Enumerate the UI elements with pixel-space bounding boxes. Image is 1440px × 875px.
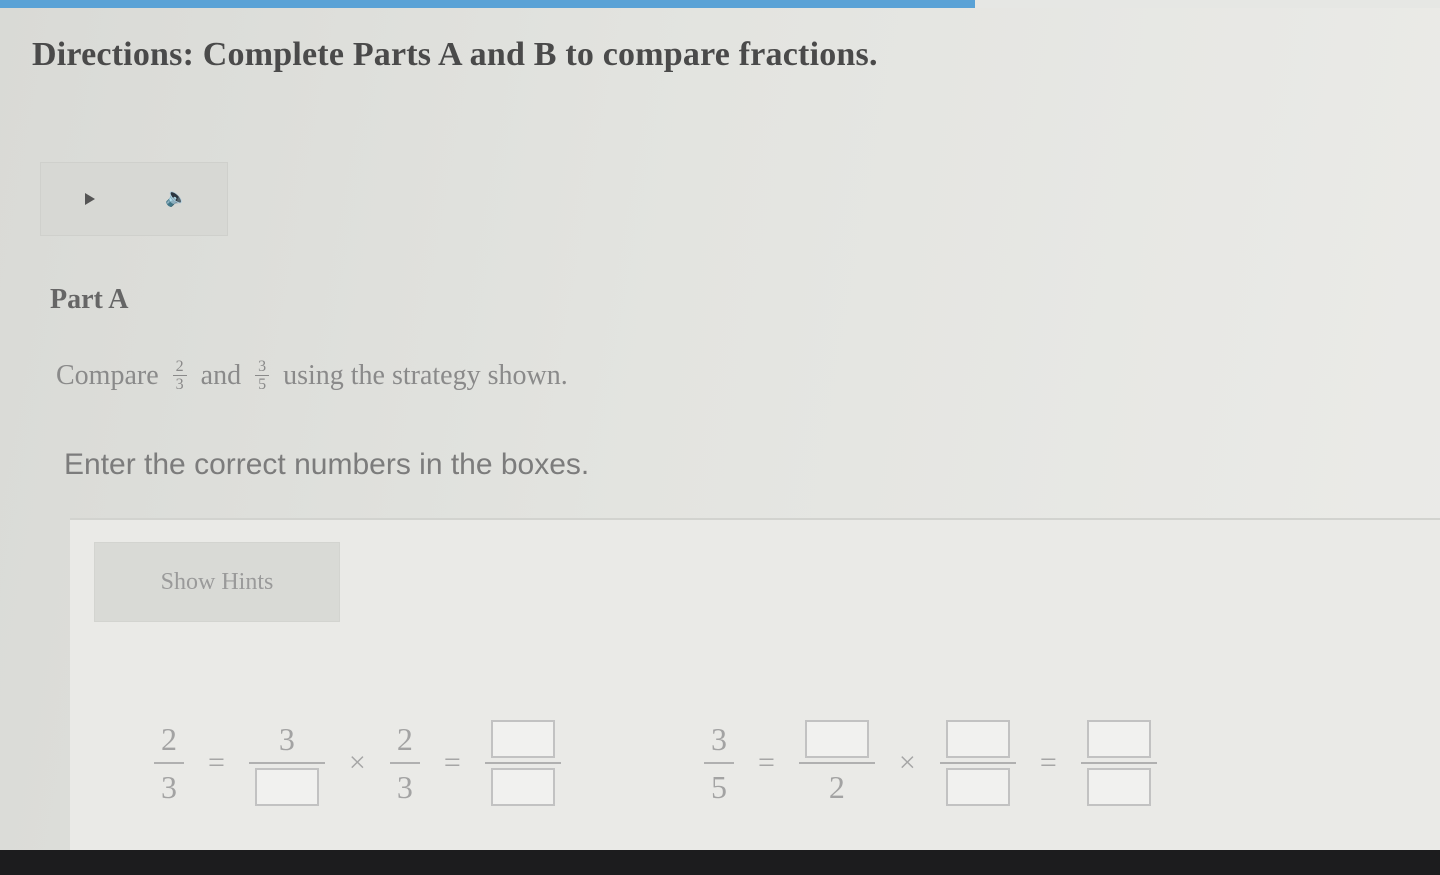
compare-word: Compare bbox=[56, 359, 159, 391]
eq1-lhs-denominator: 3 bbox=[161, 769, 177, 805]
answer-panel: Show Hints 2 3 = 3 × 2 3 = 3 5 = 2 × = bbox=[70, 518, 1440, 850]
strategy-text: using the strategy shown. bbox=[283, 359, 568, 391]
show-hints-button[interactable]: Show Hints bbox=[94, 542, 340, 622]
assessment-screen: Directions: Complete Parts A and B to co… bbox=[0, 0, 1440, 850]
eq2-lhs-denominator: 5 bbox=[711, 769, 727, 805]
progress-bar bbox=[0, 0, 1440, 8]
fraction-bar bbox=[1080, 762, 1157, 764]
speaker-icon[interactable]: 🔈 bbox=[165, 187, 187, 208]
progress-bar-fill bbox=[0, 0, 975, 8]
eq2-factor-numerator-input[interactable] bbox=[945, 720, 1010, 758]
fraction-bar bbox=[939, 762, 1016, 764]
prompt-fraction-1: 2 3 bbox=[172, 358, 187, 393]
times-sign: × bbox=[348, 746, 366, 779]
eq2-result-denominator-input[interactable] bbox=[1086, 768, 1151, 806]
eq1-multiplier-numerator: 3 bbox=[278, 721, 295, 757]
eq2-multiplier-denominator: 2 bbox=[828, 769, 845, 805]
eq2-lhs-fraction: 3 5 bbox=[704, 720, 734, 806]
fraction-bar bbox=[798, 762, 875, 764]
eq1-lhs-fraction: 2 3 bbox=[154, 720, 184, 806]
part-title: Part A bbox=[50, 284, 129, 315]
prompt-fraction-2: 3 5 bbox=[255, 358, 270, 393]
eq2-result-fraction bbox=[1080, 720, 1157, 806]
fraction-bar bbox=[248, 762, 325, 764]
fraction-bar bbox=[704, 762, 734, 764]
eq1-factor-numerator: 2 bbox=[396, 721, 413, 757]
eq2-multiplier-numerator-input[interactable] bbox=[804, 720, 869, 758]
eq2-lhs-numerator: 3 bbox=[711, 721, 727, 757]
equation-1: 2 3 = 3 × 2 3 = bbox=[140, 720, 575, 806]
fraction-bar bbox=[389, 762, 420, 764]
equals-sign: = bbox=[1039, 746, 1057, 779]
equals-sign: = bbox=[208, 746, 225, 779]
eq1-result-denominator-input[interactable] bbox=[490, 768, 555, 806]
fraction-bar bbox=[484, 762, 561, 764]
eq1-factor-fraction: 2 3 bbox=[389, 720, 420, 806]
eq1-multiplier-fraction: 3 bbox=[248, 720, 325, 806]
equals-sign: = bbox=[758, 746, 775, 779]
equation-2: 3 5 = 2 × = bbox=[690, 720, 1171, 806]
eq1-lhs-numerator: 2 bbox=[161, 721, 177, 757]
eq1-result-numerator-input[interactable] bbox=[490, 720, 555, 758]
prompt-fraction-2-numerator: 3 bbox=[258, 358, 267, 375]
instruction-text: Enter the correct numbers in the boxes. bbox=[64, 448, 590, 481]
eq1-factor-denominator: 3 bbox=[396, 769, 413, 805]
eq2-factor-denominator-input[interactable] bbox=[945, 768, 1010, 806]
prompt-fraction-1-denominator: 3 bbox=[175, 376, 184, 393]
play-icon[interactable] bbox=[85, 193, 95, 205]
prompt-fraction-1-numerator: 2 bbox=[175, 358, 184, 375]
eq2-multiplier-fraction: 2 bbox=[798, 720, 875, 806]
fraction-bar bbox=[154, 762, 184, 764]
and-word: and bbox=[200, 359, 242, 391]
compare-prompt: Compare 2 3 and 3 5 using the strategy s… bbox=[56, 358, 578, 393]
eq2-factor-fraction bbox=[939, 720, 1016, 806]
equals-sign: = bbox=[443, 746, 461, 779]
eq1-multiplier-denominator-input[interactable] bbox=[254, 768, 319, 806]
eq2-result-numerator-input[interactable] bbox=[1086, 720, 1151, 758]
audio-player: 🔈 bbox=[40, 162, 228, 236]
times-sign: × bbox=[898, 746, 916, 779]
eq1-result-fraction bbox=[484, 720, 561, 806]
prompt-fraction-2-denominator: 5 bbox=[258, 376, 267, 393]
directions-text: Directions: Complete Parts A and B to co… bbox=[32, 36, 878, 73]
